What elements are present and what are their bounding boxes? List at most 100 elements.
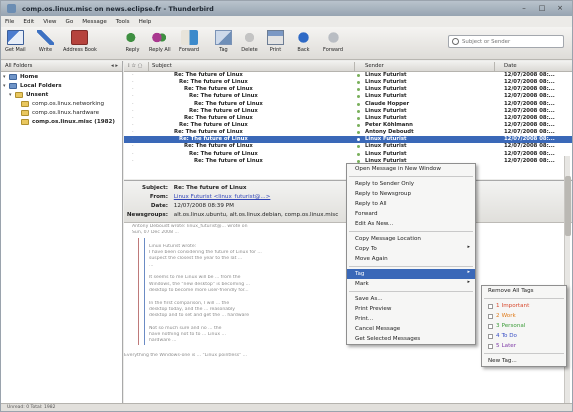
thread-subject: Re: The future of Linux bbox=[184, 114, 253, 121]
newsgroups-value[interactable]: alt.os.linux.ubuntu, alt.os.linux.debian… bbox=[174, 212, 339, 218]
reply-all-button[interactable]: Reply All bbox=[149, 30, 171, 53]
menu-view[interactable]: View bbox=[43, 19, 56, 25]
maximize-button[interactable]: □ bbox=[538, 4, 546, 12]
forward-icon bbox=[180, 30, 198, 45]
read-status-icon[interactable] bbox=[357, 123, 360, 127]
thread-row[interactable]: · Re: The future of Linux Antony Deboudt 12… bbox=[124, 129, 572, 136]
context-menu-item[interactable]: Reply to All bbox=[347, 199, 475, 209]
folder-nav-arrows[interactable]: ◂ ▸ bbox=[111, 63, 118, 69]
menu-tools[interactable]: Tools bbox=[116, 19, 130, 25]
thread-row[interactable]: · Re: The future of Linux Linux Futurist 12… bbox=[124, 93, 572, 100]
get-mail-button[interactable]: Get Mail bbox=[5, 30, 26, 53]
context-menu-item[interactable]: Forward bbox=[347, 209, 475, 219]
thread-row[interactable]: · Re: The future of Linux Peter Köhlmann 12… bbox=[124, 122, 572, 129]
from-label: From: bbox=[149, 194, 168, 200]
folder-item[interactable]: comp.os.linux.misc (1982) bbox=[1, 117, 122, 126]
menu-message[interactable]: Message bbox=[82, 19, 107, 25]
context-menu-item[interactable]: Edit As New... bbox=[347, 219, 475, 229]
forward-nav-label: Forward bbox=[323, 47, 344, 53]
sender-column-header[interactable]: Sender bbox=[365, 63, 384, 69]
tag-checkbox[interactable] bbox=[488, 313, 493, 319]
read-status-icon[interactable] bbox=[357, 102, 360, 106]
delete-button[interactable]: Delete bbox=[241, 30, 258, 53]
thread-row[interactable]: · Re: The future of Linux Linux Futurist 12… bbox=[124, 72, 572, 79]
tag-menu-item[interactable]: 4 To Do bbox=[482, 331, 566, 341]
context-menu-item[interactable]: Print... bbox=[347, 314, 475, 324]
menu-edit[interactable]: Edit bbox=[23, 19, 34, 25]
read-status-icon[interactable] bbox=[357, 74, 360, 77]
tag-checkbox[interactable] bbox=[488, 303, 493, 309]
tag-menu-item[interactable]: 3 Personal bbox=[482, 321, 566, 331]
read-status-icon[interactable] bbox=[357, 152, 360, 156]
thread-row[interactable]: · Re: The future of Linux Linux Futurist 12… bbox=[124, 108, 572, 115]
thread-row[interactable]: · Re: The future of Linux Linux Futurist 12… bbox=[124, 136, 572, 144]
read-status-icon[interactable] bbox=[357, 88, 360, 92]
scrollbar-thumb[interactable] bbox=[565, 176, 571, 236]
thread-row[interactable]: · Re: The future of Linux Linux Futurist 12… bbox=[124, 79, 572, 86]
tag-menu-item[interactable]: Remove All Tags bbox=[482, 286, 566, 296]
date-column-header[interactable]: Date bbox=[504, 63, 517, 69]
print-button[interactable]: Print bbox=[267, 30, 284, 53]
read-status-icon[interactable] bbox=[357, 145, 360, 149]
tag-menu-item[interactable]: 1 Important bbox=[482, 301, 566, 311]
read-status-icon[interactable] bbox=[357, 81, 360, 85]
menu-file[interactable]: File bbox=[5, 19, 14, 25]
context-menu-item[interactable]: Cancel Message bbox=[347, 324, 475, 334]
thread-column-icons[interactable]: ⁞ ☆ ◌ bbox=[128, 63, 142, 69]
back-button[interactable]: Back bbox=[295, 30, 312, 53]
thread-row[interactable]: · Re: The future of Linux Claude Hopper 12/… bbox=[124, 100, 572, 108]
folder-item[interactable]: ▾ Home bbox=[1, 72, 122, 81]
context-menu-item[interactable]: Reply to Newsgroup bbox=[347, 189, 475, 199]
reply-button[interactable]: Reply bbox=[124, 30, 141, 53]
thread-row[interactable]: · Re: The future of Linux Linux Futurist 12… bbox=[124, 114, 572, 122]
context-menu-item[interactable]: Print Preview bbox=[347, 304, 475, 314]
forward-nav-button[interactable]: Forward bbox=[323, 30, 343, 53]
context-menu-item[interactable]: Mark ▸ bbox=[347, 279, 475, 289]
tag-button[interactable]: Tag bbox=[215, 30, 232, 53]
minimize-button[interactable]: – bbox=[520, 4, 528, 12]
context-menu-label: Print... bbox=[355, 316, 374, 322]
tag-menu-item[interactable]: New Tag... bbox=[482, 356, 566, 366]
context-menu-item[interactable]: Move Again bbox=[347, 254, 475, 264]
context-menu-item[interactable]: Tag ▸ bbox=[347, 269, 475, 279]
folder-icon bbox=[15, 91, 23, 98]
folder-pane-header[interactable]: All Folders ◂ ▸ bbox=[1, 61, 122, 72]
search-input[interactable] bbox=[462, 38, 558, 45]
folder-item[interactable]: ▾ Local Folders bbox=[1, 81, 122, 90]
message-scrollbar[interactable] bbox=[564, 156, 571, 405]
context-menu-item[interactable]: Open Message in New Window bbox=[347, 164, 475, 174]
thread-subject: Re: The future of Linux bbox=[194, 100, 263, 107]
menu-help[interactable]: Help bbox=[139, 19, 152, 25]
tag-menu-item[interactable]: 5 Later bbox=[482, 341, 566, 351]
read-status-icon[interactable] bbox=[357, 131, 360, 135]
menu-go[interactable]: Go bbox=[66, 19, 74, 25]
tag-checkbox[interactable] bbox=[488, 333, 493, 339]
tag-checkbox[interactable] bbox=[488, 343, 493, 349]
read-status-icon[interactable] bbox=[357, 116, 360, 120]
write-button[interactable]: Write bbox=[37, 30, 54, 53]
context-menu-item[interactable]: Copy To ▸ bbox=[347, 244, 475, 254]
menu-separator bbox=[349, 231, 473, 232]
context-menu-item[interactable]: Save As... bbox=[347, 294, 475, 304]
context-menu-item[interactable]: Reply to Sender Only bbox=[347, 179, 475, 189]
address-book-button[interactable]: Address Book bbox=[63, 30, 97, 53]
thread-row[interactable]: · Re: The future of Linux Linux Futurist 12… bbox=[124, 151, 572, 158]
tag-checkbox[interactable] bbox=[488, 323, 493, 329]
thread-row[interactable]: · Re: The future of Linux Linux Futurist 12… bbox=[124, 143, 572, 150]
close-button[interactable]: × bbox=[556, 4, 564, 12]
folder-item[interactable]: comp.os.linux.networking bbox=[1, 99, 122, 108]
context-menu-item[interactable]: Get Selected Messages bbox=[347, 334, 475, 344]
read-status-icon[interactable] bbox=[357, 138, 360, 142]
context-menu-item[interactable]: Copy Message Location bbox=[347, 234, 475, 244]
read-status-icon[interactable] bbox=[357, 95, 360, 99]
folder-item[interactable]: comp.os.linux.hardware bbox=[1, 108, 122, 117]
read-status-icon[interactable] bbox=[357, 109, 360, 113]
forward-button[interactable]: Forward bbox=[179, 30, 199, 53]
from-value[interactable]: Linux Futurist <linux_futurist@...> bbox=[174, 194, 271, 200]
folder-item[interactable]: ▾ Unsent bbox=[1, 90, 122, 99]
tag-menu-item[interactable]: 2 Work bbox=[482, 311, 566, 321]
address-book-icon bbox=[71, 30, 89, 45]
thread-row[interactable]: · Re: The future of Linux Linux Futurist 12… bbox=[124, 86, 572, 93]
search-box[interactable] bbox=[448, 35, 564, 48]
subject-column-header[interactable]: Subject bbox=[152, 63, 172, 69]
